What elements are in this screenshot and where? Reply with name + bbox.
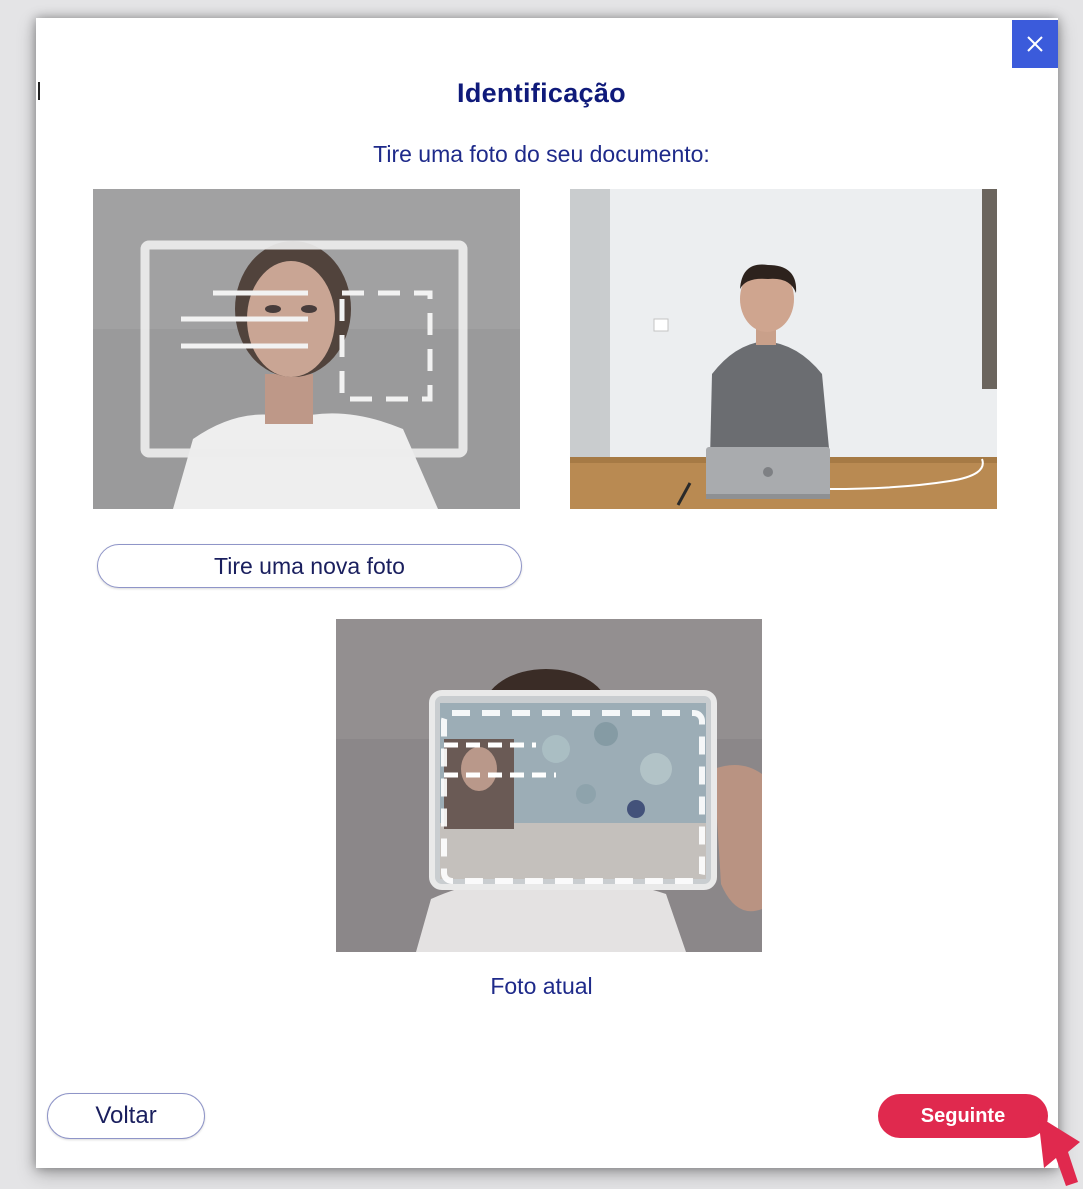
dialog-subtitle: Tire uma foto do seu documento:	[373, 141, 710, 167]
dialog-title: Identificação	[457, 78, 626, 108]
next-button[interactable]: Seguinte	[878, 1094, 1048, 1138]
mouse-pointer-icon	[1038, 1116, 1080, 1186]
current-photo	[336, 619, 762, 952]
example-photo	[570, 189, 997, 509]
back-button[interactable]: Voltar	[47, 1093, 205, 1139]
document-guide-photo	[93, 189, 520, 509]
close-icon	[1027, 36, 1043, 52]
current-photo-caption: Foto atual	[490, 973, 593, 999]
retake-photo-button[interactable]: Tire uma nova foto	[97, 544, 522, 588]
close-button[interactable]	[1012, 20, 1058, 68]
